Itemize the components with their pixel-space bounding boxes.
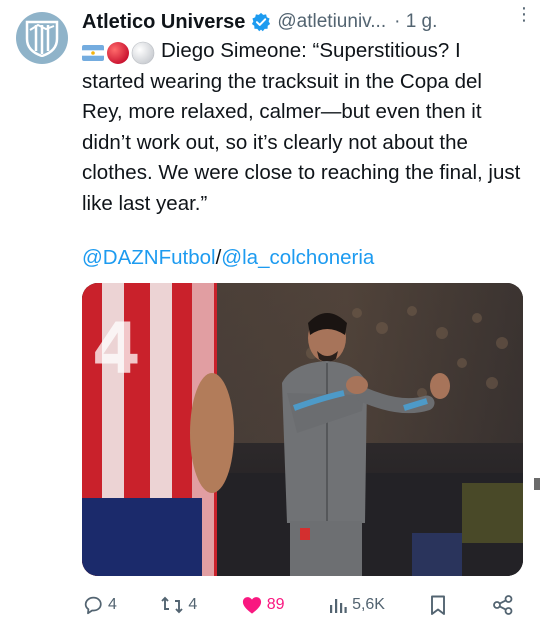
bookmark-button[interactable]: [428, 594, 448, 616]
reply-button[interactable]: 4: [82, 594, 117, 616]
atletico-crest-icon: [25, 20, 59, 57]
author-avatar[interactable]: [16, 12, 68, 64]
tweet-image[interactable]: 4: [82, 283, 523, 576]
retweet-count: 4: [188, 596, 198, 613]
tweet-body: Diego Simeone: “Superstitious? I started…: [82, 39, 521, 215]
views-button[interactable]: 5,6K: [328, 595, 385, 615]
tweet-text: Diego Simeone: “Superstitious? I started…: [82, 36, 522, 219]
more-options-icon[interactable]: ⋮: [515, 4, 533, 25]
share-icon: [493, 595, 513, 615]
tweet-actions: 4 4 89 5,6K: [82, 590, 514, 620]
reply-count: 4: [108, 596, 117, 613]
tweet-time[interactable]: · 1 g.: [394, 11, 437, 33]
mention-link-colchoneria[interactable]: @la_colchoneria: [221, 246, 374, 269]
photo-coach-gesturing: 4: [82, 283, 523, 576]
like-count: 89: [266, 596, 285, 613]
like-button[interactable]: 89: [241, 595, 285, 615]
views-chart-icon: [330, 599, 347, 613]
author-handle[interactable]: @atletiuniv...: [277, 11, 386, 33]
retweet-icon: [161, 596, 184, 614]
scrollbar-thumb[interactable]: [534, 478, 540, 490]
red-circle-icon: [107, 42, 129, 64]
argentina-flag-icon: [82, 45, 104, 61]
views-count: 5,6K: [352, 596, 385, 613]
tweet-header: Atletico Universe @atletiuniv... · 1 g.: [82, 8, 524, 36]
bookmark-icon: [431, 595, 446, 615]
mention-link-dazn[interactable]: @DAZNFutbol: [82, 246, 216, 269]
author-name[interactable]: Atletico Universe: [82, 11, 245, 34]
svg-text:4: 4: [92, 308, 141, 390]
emoji-group: [82, 41, 155, 65]
heart-icon: [242, 597, 261, 614]
share-button[interactable]: [492, 594, 514, 616]
mentions: @DAZNFutbol/@la_colchoneria: [82, 246, 374, 270]
reply-icon: [84, 596, 102, 615]
retweet-button[interactable]: 4: [160, 594, 197, 616]
verified-badge-icon: [251, 12, 271, 32]
white-circle-icon: [131, 41, 155, 65]
